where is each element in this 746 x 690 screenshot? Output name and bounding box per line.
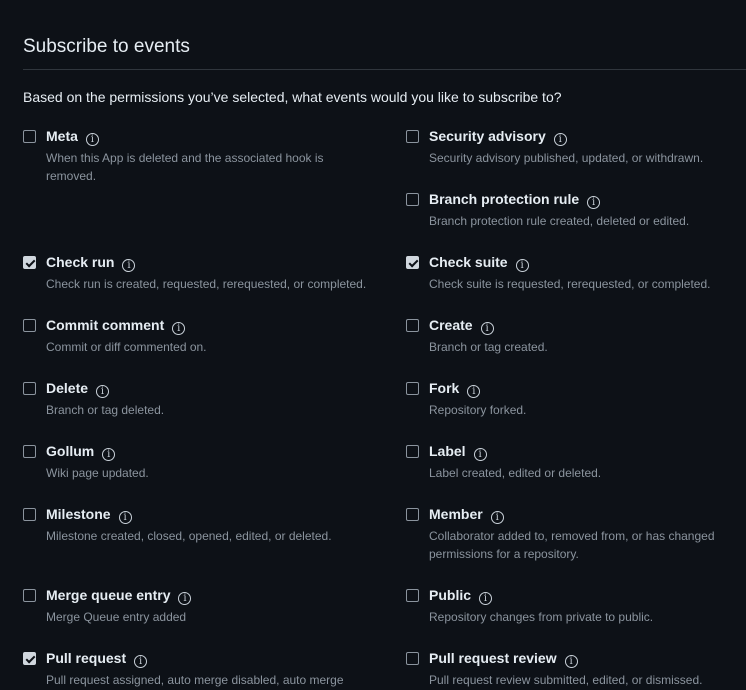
- public-label: Public: [429, 587, 472, 603]
- meta-description: When this App is deleted and the associa…: [46, 151, 324, 183]
- pull-request-checkbox[interactable]: [23, 652, 36, 665]
- merge-queue-entry-label: Merge queue entry: [46, 587, 171, 603]
- check-suite-checkbox[interactable]: [406, 256, 419, 269]
- pull-request-description: Pull request assigned, auto merge disabl…: [46, 673, 344, 687]
- info-icon[interactable]: i: [178, 592, 192, 605]
- info-icon[interactable]: i: [473, 448, 487, 461]
- public-description: Repository changes from private to publi…: [429, 610, 654, 624]
- page-title: Subscribe to events: [23, 36, 190, 57]
- info-icon[interactable]: i: [480, 322, 494, 335]
- branch-protection-rule-description: Branch protection rule created, deleted …: [429, 214, 690, 228]
- info-icon[interactable]: i: [85, 133, 99, 146]
- merge-queue-entry-description: Merge Queue entry added: [46, 610, 187, 624]
- delete-checkbox[interactable]: [23, 382, 36, 395]
- gollum-label: Gollum: [46, 443, 95, 459]
- label-checkbox[interactable]: [406, 445, 419, 458]
- milestone-description: Milestone created, closed, opened, edite…: [46, 529, 332, 543]
- meta-checkbox[interactable]: [23, 130, 36, 143]
- fork-checkbox[interactable]: [406, 382, 419, 395]
- public-checkbox[interactable]: [406, 589, 419, 602]
- check-suite-description: Check suite is requested, rerequested, o…: [429, 277, 711, 291]
- branch-protection-rule-label: Branch protection rule: [429, 191, 580, 207]
- info-icon[interactable]: i: [122, 259, 136, 272]
- pull-request-label: Pull request: [46, 650, 127, 666]
- check-run-label: Check run: [46, 254, 115, 270]
- delete-description: Branch or tag deleted.: [46, 403, 165, 417]
- info-icon[interactable]: i: [134, 655, 148, 668]
- info-icon[interactable]: i: [96, 385, 110, 398]
- check-suite-label: Check suite: [429, 254, 508, 270]
- info-icon[interactable]: i: [479, 592, 493, 605]
- fork-label: Fork: [429, 380, 460, 396]
- pull-request-review-label: Pull request review: [429, 650, 557, 666]
- security-advisory-checkbox[interactable]: [406, 130, 419, 143]
- info-icon[interactable]: i: [553, 133, 567, 146]
- commit-comment-label: Commit comment: [46, 317, 165, 333]
- security-advisory-description: Security advisory published, updated, or…: [429, 151, 704, 165]
- member-checkbox[interactable]: [406, 508, 419, 521]
- delete-label: Delete: [46, 380, 89, 396]
- commit-comment-checkbox[interactable]: [23, 319, 36, 332]
- branch-protection-rule-checkbox[interactable]: [406, 193, 419, 206]
- label-description: Label created, edited or deleted.: [429, 466, 602, 480]
- milestone-checkbox[interactable]: [23, 508, 36, 521]
- info-icon[interactable]: i: [587, 196, 601, 209]
- check-run-description: Check run is created, requested, rereque…: [46, 277, 367, 291]
- info-icon[interactable]: i: [515, 259, 529, 272]
- divider: [23, 69, 746, 70]
- info-icon[interactable]: i: [172, 322, 186, 335]
- info-icon[interactable]: i: [102, 448, 116, 461]
- check-run-checkbox[interactable]: [23, 256, 36, 269]
- meta-label: Meta: [46, 128, 78, 144]
- gollum-checkbox[interactable]: [23, 445, 36, 458]
- info-icon[interactable]: i: [118, 511, 132, 524]
- create-description: Branch or tag created.: [429, 340, 548, 354]
- info-icon[interactable]: i: [467, 385, 481, 398]
- create-checkbox[interactable]: [406, 319, 419, 332]
- info-icon[interactable]: i: [490, 511, 504, 524]
- member-description: Collaborator added to, removed from, or …: [429, 529, 715, 561]
- pull-request-review-description: Pull request review submitted, edited, o…: [429, 673, 703, 687]
- security-advisory-label: Security advisory: [429, 128, 546, 144]
- merge-queue-entry-checkbox[interactable]: [23, 589, 36, 602]
- member-label: Member: [429, 506, 483, 522]
- intro-text: Based on the permissions you’ve selected…: [23, 89, 562, 105]
- create-label: Create: [429, 317, 473, 333]
- info-icon[interactable]: i: [564, 655, 578, 668]
- commit-comment-description: Commit or diff commented on.: [46, 340, 207, 354]
- fork-description: Repository forked.: [429, 403, 527, 417]
- gollum-description: Wiki page updated.: [46, 466, 149, 480]
- label-label: Label: [429, 443, 466, 459]
- pull-request-review-checkbox[interactable]: [406, 652, 419, 665]
- milestone-label: Milestone: [46, 506, 111, 522]
